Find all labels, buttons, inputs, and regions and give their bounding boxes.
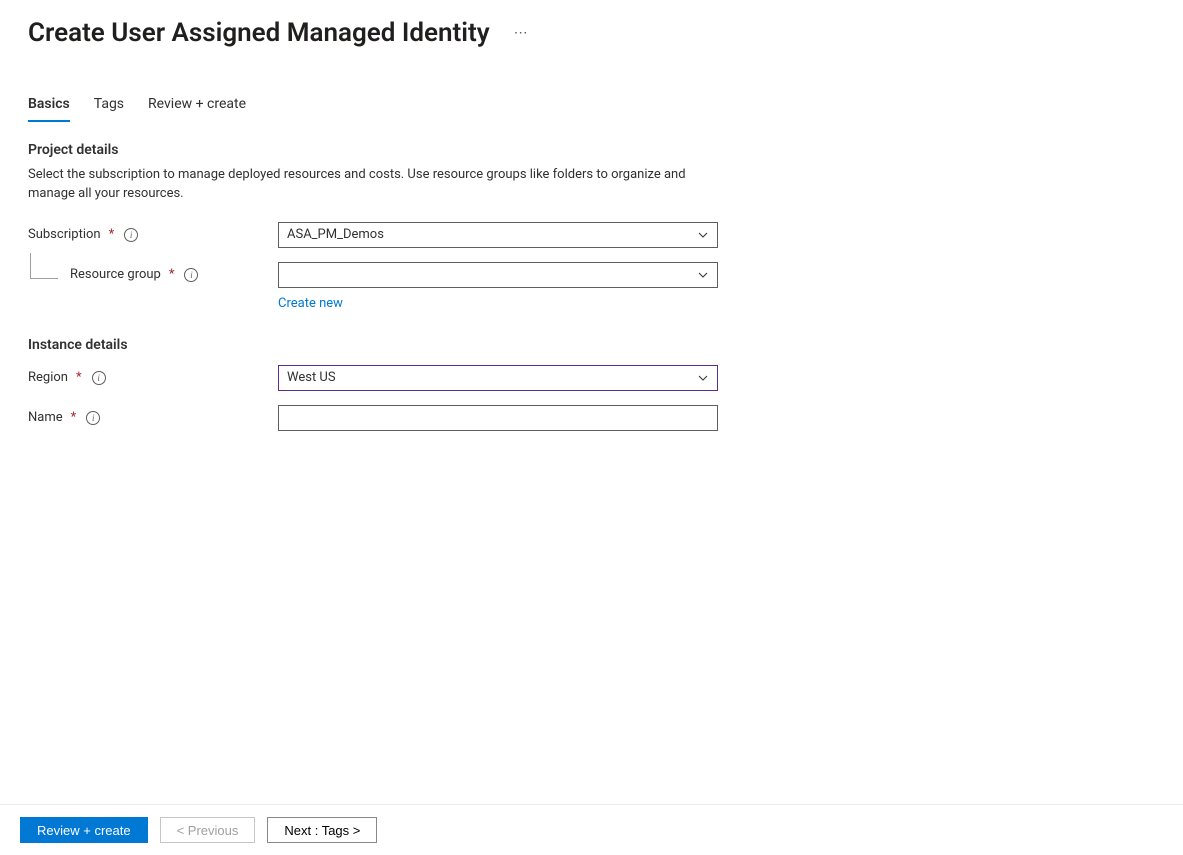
required-marker: * xyxy=(71,410,77,425)
next-button[interactable]: Next : Tags > xyxy=(267,817,377,843)
info-icon[interactable]: i xyxy=(92,371,106,385)
tab-tags[interactable]: Tags xyxy=(94,96,124,122)
required-marker: * xyxy=(109,227,115,242)
name-label: Name xyxy=(28,410,63,425)
tabs: Basics Tags Review + create xyxy=(28,96,1155,122)
required-marker: * xyxy=(76,370,82,385)
tree-connector xyxy=(30,253,58,279)
info-icon[interactable]: i xyxy=(184,268,198,282)
project-details-heading: Project details xyxy=(28,142,1155,158)
resource-group-select[interactable] xyxy=(278,262,718,288)
region-label: Region xyxy=(28,370,68,385)
more-actions-icon[interactable]: ⋯ xyxy=(510,21,533,45)
previous-button: < Previous xyxy=(160,817,256,843)
region-select[interactable]: West US xyxy=(278,365,718,391)
required-marker: * xyxy=(169,267,175,282)
chevron-down-icon xyxy=(697,229,709,241)
name-input[interactable] xyxy=(278,405,718,431)
tab-basics[interactable]: Basics xyxy=(28,96,70,122)
resource-group-label: Resource group xyxy=(70,267,161,282)
page-title: Create User Assigned Managed Identity xyxy=(28,18,490,48)
create-new-resource-group-link[interactable]: Create new xyxy=(278,296,343,311)
chevron-down-icon xyxy=(697,372,709,384)
region-value: West US xyxy=(287,370,336,385)
subscription-label: Subscription xyxy=(28,227,101,242)
project-details-description: Select the subscription to manage deploy… xyxy=(28,166,688,204)
review-create-button[interactable]: Review + create xyxy=(20,817,148,843)
tab-review-create[interactable]: Review + create xyxy=(148,96,246,122)
instance-details-heading: Instance details xyxy=(28,337,1155,353)
chevron-down-icon xyxy=(697,269,709,281)
subscription-select[interactable]: ASA_PM_Demos xyxy=(278,222,718,248)
info-icon[interactable]: i xyxy=(86,411,100,425)
info-icon[interactable]: i xyxy=(124,228,138,242)
subscription-value: ASA_PM_Demos xyxy=(287,227,384,242)
footer: Review + create < Previous Next : Tags > xyxy=(0,804,1183,855)
